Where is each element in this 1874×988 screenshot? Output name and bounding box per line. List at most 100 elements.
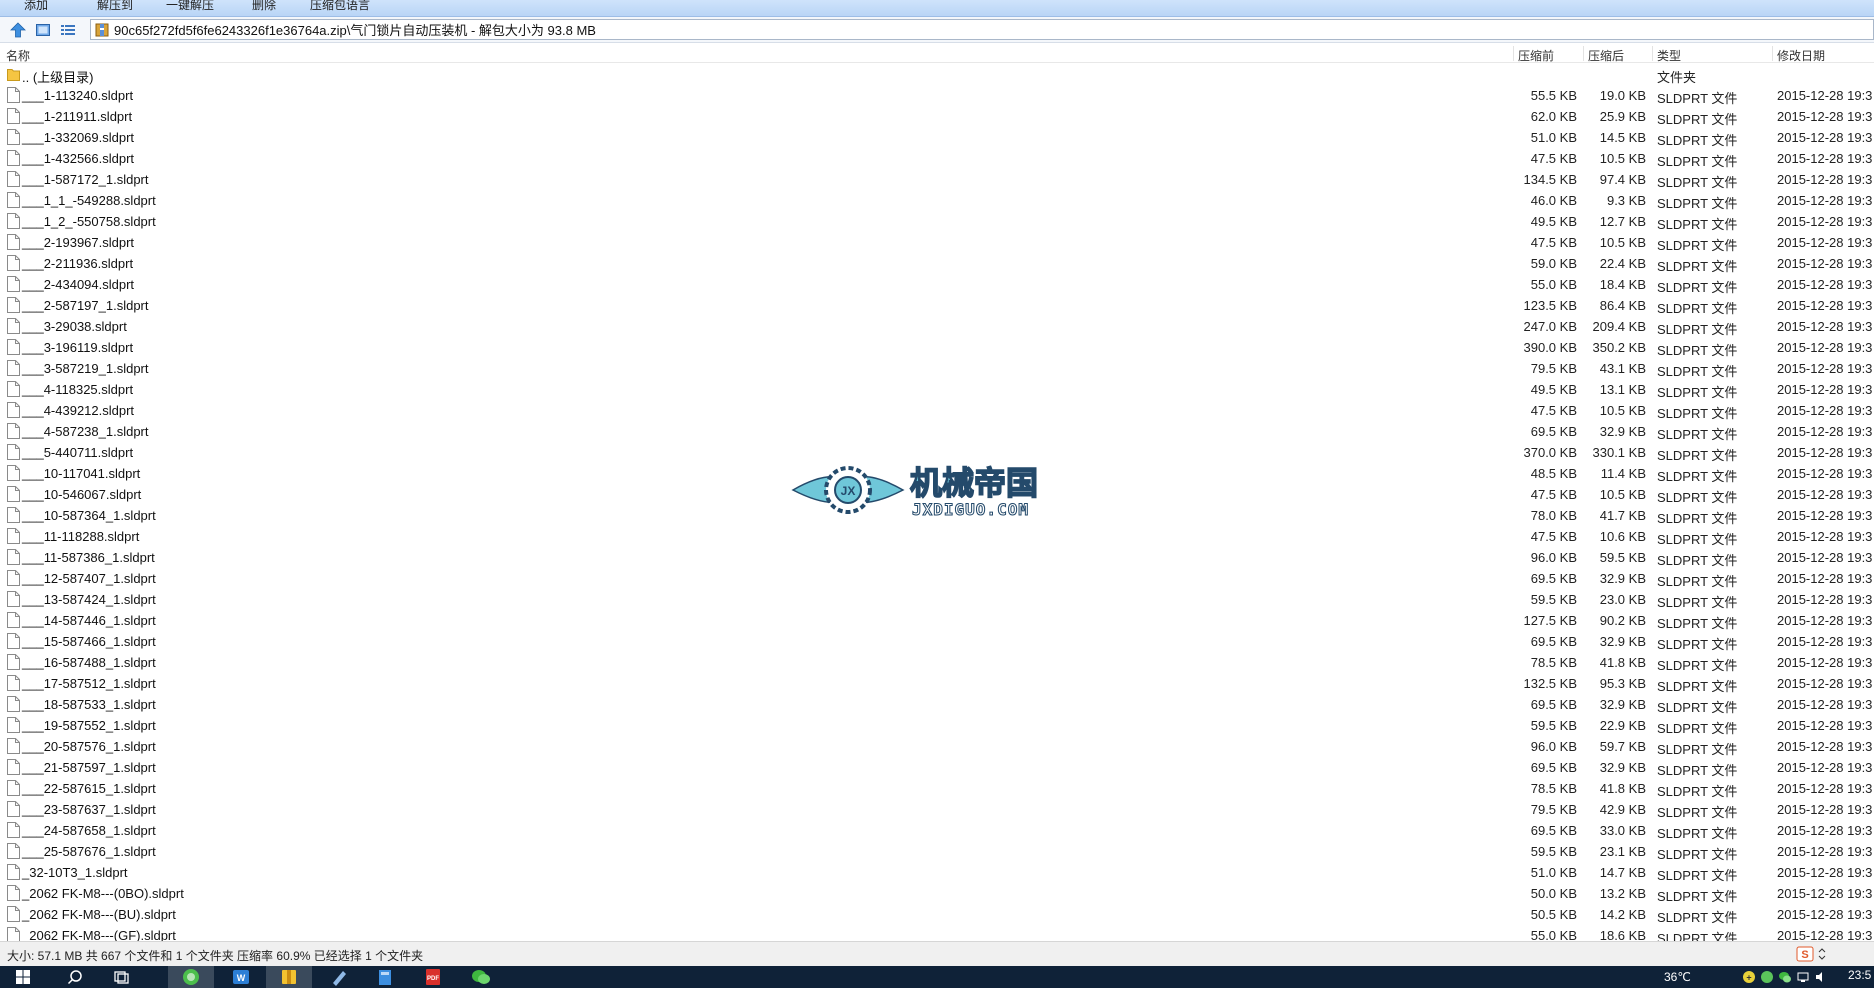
file-row[interactable]: ___15-587466_1.sldprt 69.5 KB 32.9 KB SLDPR… [0,631,1874,652]
file-row[interactable]: ___1-432566.sldprt 47.5 KB 10.5 KB SLDPRT 文… [0,148,1874,169]
column-separator[interactable] [1652,46,1653,61]
taskbar-app-pdf[interactable]: PDF [410,966,456,988]
column-header-name[interactable]: 名称 [6,47,30,64]
file-row[interactable]: ___2-434094.sldprt 55.0 KB 18.4 KB SLDPRT 文… [0,274,1874,295]
file-name: ___3-29038.sldprt [22,319,127,334]
tray-volume-icon[interactable] [1814,970,1828,984]
file-name: ___21-587597_1.sldprt [22,760,156,775]
file-row[interactable]: ___3-29038.sldprt 247.0 KB 209.4 KB SLDPRT … [0,316,1874,337]
file-icon [7,528,20,544]
file-row[interactable]: _2062 FK-M8---(0BO).sldprt 50.0 KB 13.2 KB… [0,883,1874,904]
column-header-modified[interactable]: 修改日期 [1777,47,1825,64]
file-row[interactable]: ___1_2_-550758.sldprt 49.5 KB 12.7 KB SLDPR… [0,211,1874,232]
file-row[interactable]: _32-10T3_1.sldprt 51.0 KB 14.7 KB SLDPRT 文件… [0,862,1874,883]
column-separator[interactable] [1772,46,1773,61]
file-size-before: 47.5 KB [1530,487,1577,502]
column-header-packed[interactable]: 压缩后 [1588,47,1624,64]
file-row[interactable]: ___23-587637_1.sldprt 79.5 KB 42.9 KB SLDPR… [0,799,1874,820]
file-modified-date: 2015-12-28 19:3 [1777,403,1873,418]
file-size-after: 32.9 KB [1599,760,1646,775]
tray-wechat-icon[interactable] [1778,970,1792,984]
file-row[interactable]: ___16-587488_1.sldprt 78.5 KB 41.8 KB SLDPR… [0,652,1874,673]
file-icon [7,423,20,439]
add-button[interactable]: 添加 [24,0,48,13]
file-row[interactable]: ___20-587576_1.sldprt 96.0 KB 59.7 KB SLDPR… [0,736,1874,757]
file-row[interactable]: ___2-211936.sldprt 59.0 KB 22.4 KB SLDPRT 文… [0,253,1874,274]
file-row[interactable]: ___4-118325.sldprt 49.5 KB 13.1 KB SLDPRT 文… [0,379,1874,400]
file-row[interactable]: ___4-439212.sldprt 47.5 KB 10.5 KB SLDPRT 文… [0,400,1874,421]
file-row[interactable]: ___3-587219_1.sldprt 79.5 KB 43.1 KB SLDPRT… [0,358,1874,379]
file-icon [7,150,20,166]
parent-directory-type: 文件夹 [1657,70,1697,85]
taskbar-app-editor[interactable]: W [218,966,264,988]
file-size-before: 49.5 KB [1530,382,1577,397]
one-click-extract-button[interactable]: 一键解压 [166,0,214,13]
file-row[interactable]: _2062 FK-M8---(BU).sldprt 50.5 KB 14.2 KB S… [0,904,1874,925]
column-separator[interactable] [1513,46,1514,61]
file-row[interactable]: ___18-587533_1.sldprt 69.5 KB 32.9 KB SLDPR… [0,694,1874,715]
taskbar-clock[interactable]: 23:5 [1848,968,1871,982]
file-modified-date: 2015-12-28 19:3 [1777,571,1873,586]
file-row[interactable]: ___14-587446_1.sldprt 127.5 KB 90.2 KB SLDP… [0,610,1874,631]
ime-indicator[interactable]: S [1796,946,1826,962]
file-row[interactable]: ___4-587238_1.sldprt 69.5 KB 32.9 KB SLDPRT… [0,421,1874,442]
file-size-after: 10.5 KB [1599,487,1646,502]
file-row[interactable]: _2062 FK-M8---(GF).sldprt 55.0 KB 18.6 KB S… [0,925,1874,941]
taskbar-app-wechat[interactable] [458,966,504,988]
taskbar-app-explorer[interactable] [362,966,408,988]
file-row[interactable]: ___1_1_-549288.sldprt 46.0 KB 9.3 KB SLDPRT… [0,190,1874,211]
file-size-before: 96.0 KB [1530,550,1577,565]
file-row[interactable]: ___17-587512_1.sldprt 132.5 KB 95.3 KB SLDP… [0,673,1874,694]
file-row[interactable]: ___11-118288.sldprt 47.5 KB 10.6 KB SLDPRT … [0,526,1874,547]
file-size-before: 55.0 KB [1530,277,1577,292]
view-thumbnail-button[interactable] [33,20,53,39]
file-name: _2062 FK-M8---(BU).sldprt [22,907,176,922]
file-row[interactable]: ___11-587386_1.sldprt 96.0 KB 59.5 KB SLDPR… [0,547,1874,568]
start-button[interactable] [0,966,46,988]
file-row[interactable]: ___22-587615_1.sldprt 78.5 KB 41.8 KB SLDPR… [0,778,1874,799]
file-row[interactable]: ___2-193967.sldprt 47.5 KB 10.5 KB SLDPRT 文… [0,232,1874,253]
taskbar-app-notes[interactable] [316,966,362,988]
file-row[interactable]: ___21-587597_1.sldprt 69.5 KB 32.9 KB SLDPR… [0,757,1874,778]
parent-directory-row[interactable]: .. (上级目录) 文件夹 [0,64,1874,85]
file-row[interactable]: ___25-587676_1.sldprt 59.5 KB 23.1 KB SLDPR… [0,841,1874,862]
file-modified-date: 2015-12-28 19:3 [1777,151,1873,166]
file-type: SLDPRT 文件 [1657,847,1738,862]
file-row[interactable]: ___24-587658_1.sldprt 69.5 KB 33.0 KB SLDPR… [0,820,1874,841]
file-row[interactable]: ___1-332069.sldprt 51.0 KB 14.5 KB SLDPRT 文… [0,127,1874,148]
taskbar-app-browser[interactable] [168,966,214,988]
file-name: ___4-118325.sldprt [22,382,134,397]
file-size-before: 132.5 KB [1523,676,1578,691]
file-row[interactable]: ___1-211911.sldprt 62.0 KB 25.9 KB SLDPRT 文… [0,106,1874,127]
file-name: ___10-546067.sldprt [22,487,142,502]
file-row[interactable]: ___2-587197_1.sldprt 123.5 KB 86.4 KB SLDPR… [0,295,1874,316]
task-view-button[interactable] [98,966,144,988]
file-row[interactable]: ___3-196119.sldprt 390.0 KB 350.2 KB SLDPRT… [0,337,1874,358]
address-input[interactable]: 90c65f272fd5f6fe6243326f1e36764a.zip\气门锁… [90,19,1874,40]
column-header-type[interactable]: 类型 [1657,47,1681,64]
file-icon [7,381,20,397]
file-row[interactable]: ___1-113240.sldprt 55.5 KB 19.0 KB SLDPRT 文… [0,85,1874,106]
file-row[interactable]: ___19-587552_1.sldprt 59.5 KB 22.9 KB SLDPR… [0,715,1874,736]
tray-green-icon[interactable] [1760,970,1774,984]
delete-button[interactable]: 删除 [252,0,276,13]
file-row[interactable]: ___13-587424_1.sldprt 59.5 KB 23.0 KB SLDPR… [0,589,1874,610]
search-button[interactable] [52,966,98,988]
weather-temperature[interactable]: 36℃ [1664,970,1691,984]
tray-app-icon[interactable]: + [1742,970,1756,984]
tray-network-icon[interactable] [1796,970,1810,984]
ime-menu-arrows-icon [1818,948,1826,960]
folder-icon [7,69,20,81]
svg-text:PDF: PDF [427,976,439,982]
extract-to-button[interactable]: 解压到 [97,0,133,13]
file-row[interactable]: ___1-587172_1.sldprt 134.5 KB 97.4 KB SLDPR… [0,169,1874,190]
column-header-compressed[interactable]: 压缩前 [1518,47,1554,64]
archive-language-button[interactable]: 压缩包语言 [310,0,370,13]
taskbar-app-archiver[interactable] [266,966,312,988]
file-name: ___2-193967.sldprt [22,235,135,250]
view-list-button[interactable] [58,20,78,39]
file-name: ___20-587576_1.sldprt [22,739,156,754]
column-separator[interactable] [1583,46,1584,61]
up-folder-button[interactable] [8,20,28,39]
file-row[interactable]: ___12-587407_1.sldprt 69.5 KB 32.9 KB SLDPR… [0,568,1874,589]
